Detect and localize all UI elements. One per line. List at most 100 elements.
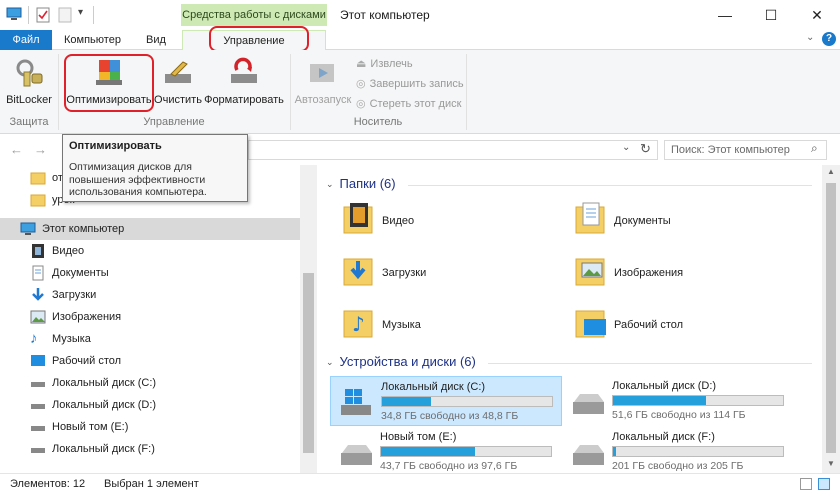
folder-item-music[interactable]: ♪ Музыка: [342, 305, 421, 344]
nav-item-video[interactable]: Видео: [30, 240, 84, 262]
cleanup-button[interactable]: Очистить: [154, 54, 202, 112]
refresh-icon[interactable]: ↻: [640, 141, 651, 157]
nav-item-label: Загрузки: [52, 289, 97, 301]
video-icon: [30, 243, 46, 259]
tab-view[interactable]: Вид: [138, 30, 174, 50]
tab-file[interactable]: Файл: [0, 30, 52, 50]
autoplay-button[interactable]: Автозапуск: [294, 54, 352, 112]
drive-item-f[interactable]: Локальный диск (F:) 201 ГБ свободно из 2…: [562, 427, 794, 477]
windows-drive-icon: [339, 387, 375, 422]
drive-name: Локальный диск (D:): [612, 380, 717, 392]
search-icon[interactable]: ⌕: [811, 141, 818, 156]
drive-icon: [338, 441, 374, 472]
group-manage-label: Управление: [143, 116, 205, 128]
folder-icon: [30, 170, 46, 186]
bitlocker-button[interactable]: BitLocker: [2, 54, 56, 112]
details-view-icon[interactable]: [800, 478, 812, 490]
autoplay-label: Автозапуск: [294, 94, 352, 106]
eject-icon: ⏏: [356, 58, 367, 70]
item-count: Элементов: 12: [10, 478, 86, 490]
erase-disc-icon: ◎: [356, 98, 366, 110]
devices-group-header[interactable]: ⌄ Устройства и диски (6): [326, 352, 476, 372]
pc-icon: [20, 221, 36, 237]
folder-icon: [30, 192, 46, 208]
nav-item-downloads[interactable]: Загрузки: [30, 284, 96, 306]
autoplay-icon: [306, 56, 340, 88]
cleanup-icon: [161, 56, 195, 88]
context-tab-header: Средства работы с дисками: [181, 4, 327, 26]
scroll-thumb[interactable]: [826, 183, 836, 453]
drive-usage-fill: [613, 447, 617, 456]
folder-item-video[interactable]: Видео: [342, 201, 414, 240]
drive-item-d[interactable]: Локальный диск (D:) 51,6 ГБ свободно из …: [562, 376, 794, 426]
search-input[interactable]: Поиск: Этот компьютер: [664, 140, 827, 160]
erase-disc-button[interactable]: ◎ Стереть этот диск: [356, 96, 461, 112]
pictures-folder-icon: [574, 253, 608, 292]
folder-label: Музыка: [382, 318, 421, 331]
format-label: Форматировать: [204, 94, 284, 106]
drive-usage-fill: [613, 396, 706, 405]
close-button[interactable]: ✕: [794, 0, 840, 30]
group-separator: [466, 54, 467, 130]
forward-arrow-icon[interactable]: →: [34, 142, 47, 157]
nav-scrollbar[interactable]: [300, 165, 317, 473]
optimize-highlight: [64, 54, 154, 112]
bitlocker-icon: [12, 56, 46, 88]
finish-burn-button[interactable]: ◎ Завершить запись: [356, 76, 464, 92]
folder-label: Видео: [382, 214, 415, 227]
folder-label: Документы: [614, 214, 671, 227]
music-icon: ♪: [30, 330, 38, 347]
downloads-folder-icon: [342, 253, 376, 292]
qat-separator: [28, 6, 29, 24]
content-scrollbar[interactable]: ▲ ▼: [822, 165, 840, 473]
properties-icon[interactable]: [36, 7, 50, 23]
folder-item-documents[interactable]: Документы: [574, 201, 671, 240]
maximize-button[interactable]: ☐: [748, 0, 794, 30]
ribbon-tab-row: Файл Компьютер Вид Управление ⌄ ?: [0, 26, 840, 52]
qat-dropdown-icon[interactable]: ▾: [78, 7, 83, 18]
music-folder-icon: ♪: [342, 305, 376, 344]
window-title: Этот компьютер: [340, 8, 430, 22]
nav-item-desktop[interactable]: Рабочий стол: [30, 350, 121, 372]
folder-item-pictures[interactable]: Изображения: [574, 253, 683, 292]
drive-free-space: 201 ГБ свободно из 205 ГБ: [612, 460, 744, 472]
drive-icon: [570, 441, 606, 472]
scroll-up-icon[interactable]: ▲: [827, 167, 835, 176]
folders-group-header[interactable]: ⌄ Папки (6): [326, 174, 396, 194]
nav-item-drive-d[interactable]: Локальный диск (D:): [30, 394, 156, 416]
nav-item-drive-e[interactable]: Новый том (E:): [30, 416, 128, 438]
help-icon[interactable]: ?: [822, 32, 836, 46]
nav-item-music[interactable]: ♪ Музыка: [30, 328, 91, 350]
tab-computer[interactable]: Компьютер: [56, 30, 129, 50]
drive-item-c[interactable]: Локальный диск (C:) 34,8 ГБ свободно из …: [330, 376, 562, 426]
minimize-button[interactable]: —: [702, 0, 748, 30]
tooltip-title: Оптимизировать: [69, 140, 162, 152]
new-folder-icon[interactable]: [58, 7, 72, 23]
nav-item-label: Рабочий стол: [52, 355, 122, 367]
folder-item-desktop[interactable]: Рабочий стол: [574, 305, 683, 344]
nav-item-label: Локальный диск (F:): [52, 443, 155, 455]
address-bar[interactable]: [248, 140, 658, 160]
scroll-down-icon[interactable]: ▼: [827, 459, 835, 468]
back-arrow-icon[interactable]: ←: [10, 142, 23, 157]
tiles-view-icon[interactable]: [818, 478, 830, 490]
ribbon: BitLocker Оптимизировать ☝ Очистить Форм…: [0, 50, 840, 155]
scroll-thumb[interactable]: [303, 273, 314, 453]
nav-item-this-pc[interactable]: Этот компьютер: [0, 218, 300, 240]
nav-item-drive-c[interactable]: Локальный диск (C:): [30, 372, 156, 394]
format-button[interactable]: Форматировать: [202, 54, 286, 112]
drive-item-e[interactable]: Новый том (E:) 43,7 ГБ свободно из 97,6 …: [330, 427, 562, 477]
nav-item-documents[interactable]: Документы: [30, 262, 109, 284]
nav-item-drive-f[interactable]: Локальный диск (F:): [30, 438, 155, 460]
nav-item-label: Локальный диск (D:): [52, 399, 157, 411]
folder-item-downloads[interactable]: Загрузки: [342, 253, 426, 292]
manage-highlight: [209, 26, 309, 52]
address-dropdown-icon[interactable]: ⌄: [622, 142, 630, 153]
chevron-down-icon: ⌄: [326, 357, 334, 367]
folder-label: Изображения: [614, 266, 684, 279]
bitlocker-label: BitLocker: [6, 94, 52, 106]
nav-item-pictures[interactable]: Изображения: [30, 306, 121, 328]
eject-button[interactable]: ⏏ Извлечь: [356, 56, 413, 72]
chevron-down-icon[interactable]: ⌄: [806, 32, 814, 43]
nav-item-label: Новый том (E:): [52, 421, 129, 433]
